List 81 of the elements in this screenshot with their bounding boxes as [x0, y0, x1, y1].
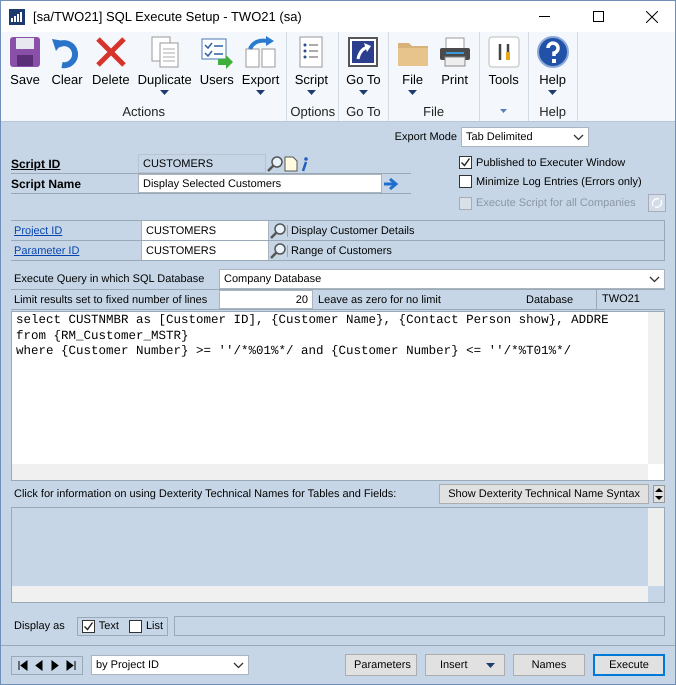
syntax-button[interactable]: Show Dexterity Technical Name Syntax — [439, 484, 649, 504]
field-label: Database — [526, 294, 574, 306]
ribbon-button[interactable]: Duplicate — [134, 32, 196, 101]
app-logo-icon — [9, 8, 25, 24]
ribbon-button[interactable]: Tools — [482, 32, 525, 101]
arrow-right-icon[interactable] — [382, 176, 400, 190]
checkbox[interactable]: Published to Executer Window — [459, 156, 626, 169]
maximize-icon[interactable] — [592, 11, 604, 22]
search-icon[interactable] — [269, 222, 287, 240]
ribbon-button[interactable]: Delete — [88, 32, 134, 101]
chevron-down-icon — [233, 662, 244, 668]
hint-text: Leave as zero for no limit — [317, 294, 442, 306]
window-title: [sa/TWO21] SQL Execute Setup - TWO21 (sa) — [33, 9, 302, 24]
field-label: Script ID — [11, 156, 62, 170]
action-button[interactable]: Execute — [593, 654, 665, 676]
script-name-field[interactable]: Display Selected Customers — [138, 174, 382, 193]
chevron-down-icon — [649, 276, 660, 282]
minimize-icon[interactable] — [538, 16, 550, 17]
vertical-scrollbar[interactable] — [648, 312, 664, 464]
code-line: where {Customer Number} >= ''/*%01%*/ and {Customer Number} <= ''/*%T01%*/ — [16, 344, 572, 360]
code-line: select CUSTNMBR as [Customer ID], {Customer Name}, {Contact Person show}, ADDRE — [16, 313, 610, 328]
ribbon-button[interactable]: File — [392, 32, 434, 101]
field-label: Export Mode — [394, 131, 457, 143]
note-icon[interactable] — [284, 156, 298, 172]
export-mode-dropdown[interactable]: Tab Delimited — [461, 127, 589, 147]
last-record-icon[interactable] — [66, 660, 76, 670]
ribbon-button[interactable]: Print — [434, 32, 476, 101]
field-label: Limit results set to fixed number of lines — [13, 294, 208, 306]
group-label: Actions — [122, 104, 165, 118]
export-arrow-icon — [244, 35, 278, 69]
field-label: Execute Query in which SQL Database — [13, 273, 206, 285]
sort-dropdown[interactable]: by Project ID — [91, 655, 249, 675]
group-label: Options — [290, 104, 336, 118]
dialog-launcher-icon[interactable] — [500, 109, 508, 113]
database-dropdown[interactable]: Company Database — [219, 269, 665, 289]
ribbon-button[interactable]: Go To — [342, 32, 385, 101]
group-label: Help — [539, 104, 566, 118]
dropdown-caret-icon — [486, 662, 495, 668]
printer-icon — [438, 35, 472, 69]
ribbon-button[interactable]: Help — [532, 32, 574, 101]
ribbon-button[interactable]: Export — [238, 32, 284, 101]
description-text: Range of Customers — [287, 244, 392, 256]
project-id-link[interactable]: Project ID — [11, 224, 141, 236]
ribbon-button[interactable]: Users — [196, 32, 238, 101]
help-text: Click for information on using Dexterity Technical Names for Tables and Fields: — [13, 488, 396, 500]
script-id-field[interactable]: CUSTOMERS — [138, 154, 266, 173]
checkmark-icon — [460, 157, 471, 168]
search-icon[interactable] — [266, 154, 284, 172]
ribbon-button[interactable]: Script — [290, 32, 332, 101]
action-button[interactable]: Names — [513, 654, 585, 676]
next-record-icon[interactable] — [50, 660, 60, 670]
action-button[interactable]: Parameters — [345, 654, 417, 676]
help-icon — [536, 35, 570, 69]
first-record-icon[interactable] — [18, 660, 28, 670]
database-value: TWO21 — [596, 290, 665, 309]
field-label: Script Name — [11, 176, 82, 190]
split-button[interactable]: Insert — [425, 654, 505, 676]
search-icon[interactable] — [269, 242, 287, 260]
tools-icon — [486, 35, 521, 69]
horizontal-scrollbar[interactable] — [12, 464, 648, 480]
line-limit-field[interactable]: 20 — [219, 290, 313, 309]
ribbon-button[interactable]: Clear — [46, 32, 88, 101]
field-label: Display as — [13, 620, 66, 632]
parameter-id-link[interactable]: Parameter ID — [11, 244, 141, 256]
description-text: Display Customer Details — [287, 224, 414, 236]
checkbox[interactable]: Text — [82, 620, 119, 632]
cross-icon — [94, 35, 128, 69]
parameter-id-field[interactable]: CUSTOMERS — [141, 241, 269, 260]
previous-record-icon[interactable] — [34, 660, 44, 670]
group-label: Go To — [346, 104, 381, 118]
checkbox[interactable]: List — [128, 620, 164, 632]
project-id-field[interactable]: CUSTOMERS — [141, 221, 269, 240]
sql-editor[interactable]: select CUSTNMBR as [Customer ID], {Customer Name}, {Contact Person show}, ADDRE from {RM_Customer_MSTR} where {Customer Number} >= ''/*%01%*/ and {Customer Number} <= ''/*%T01%*/ — [11, 311, 665, 481]
chevron-down-icon — [573, 134, 584, 140]
checkbox[interactable]: Minimize Log Entries (Errors only) — [459, 175, 642, 188]
group-label: File — [423, 104, 444, 118]
code-line: from {RM_Customer_MSTR} — [16, 328, 190, 344]
ribbon-button[interactable]: Save — [4, 32, 46, 101]
close-icon[interactable] — [646, 10, 658, 22]
checkmark-icon — [82, 620, 94, 632]
spin-arrows-icon[interactable] — [653, 485, 665, 503]
